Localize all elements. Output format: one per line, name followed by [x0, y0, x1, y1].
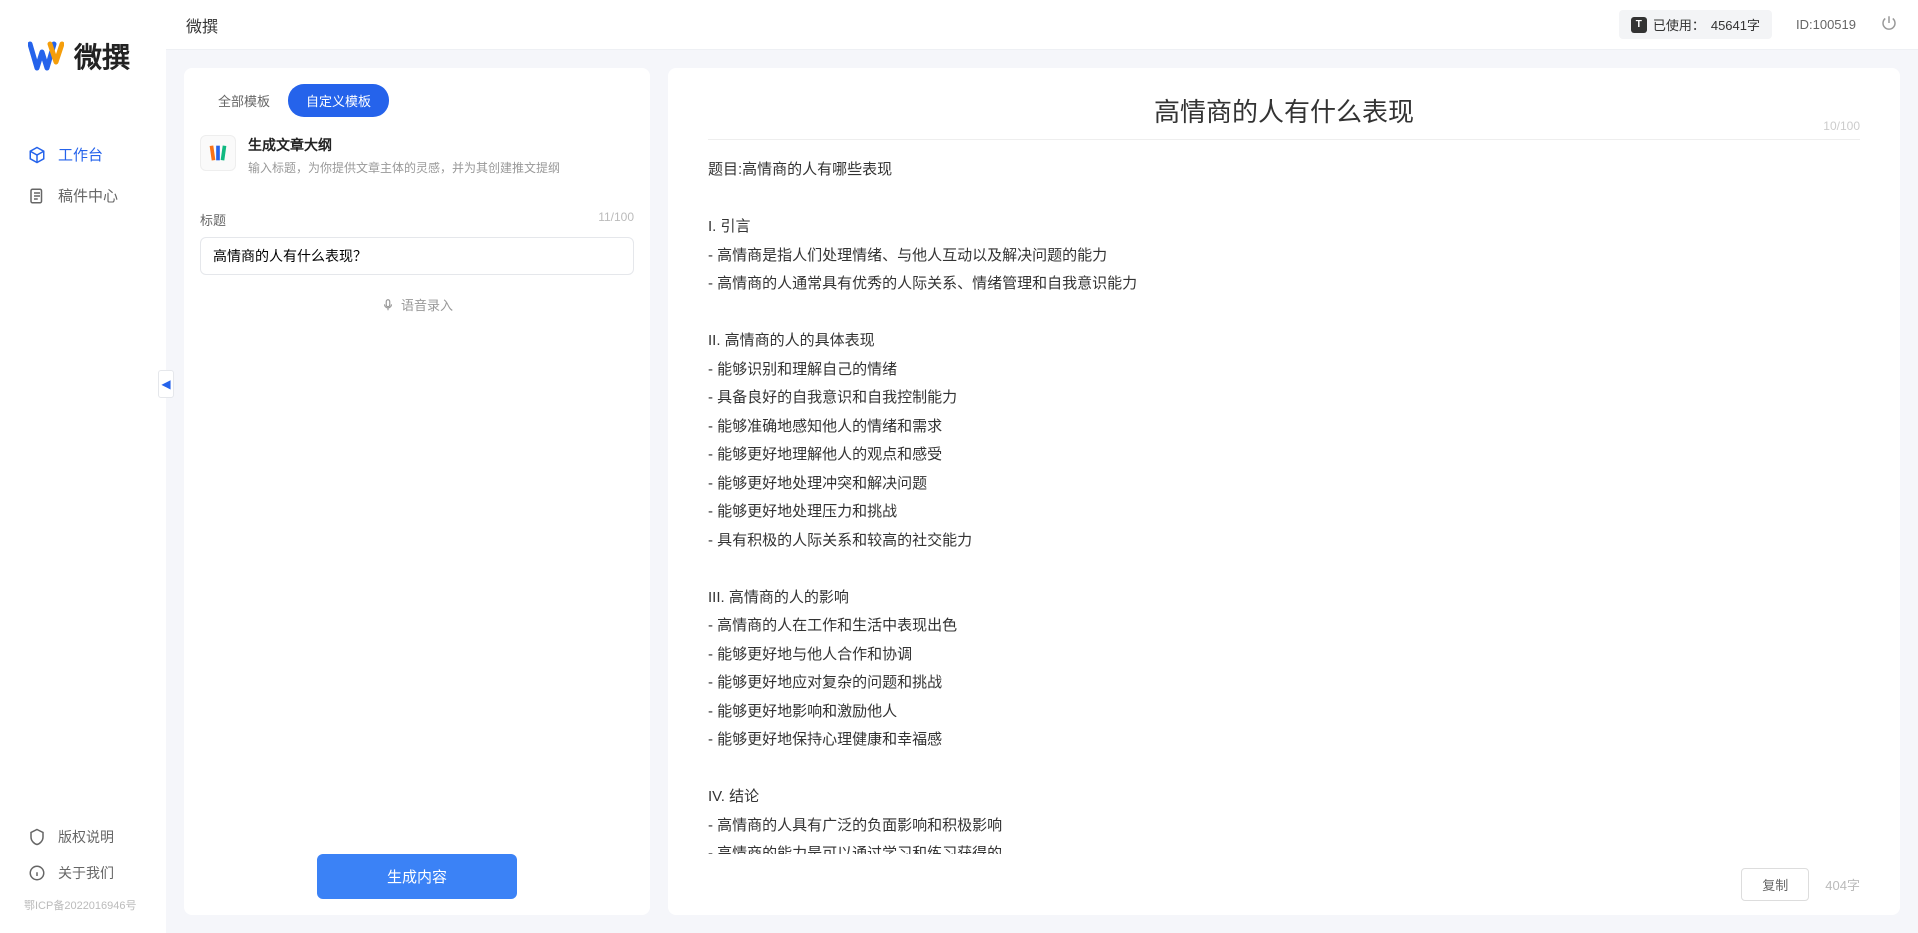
usage-badge[interactable]: T 已使用： 45641字	[1619, 10, 1772, 39]
nav-drafts[interactable]: 稿件中心	[0, 175, 166, 216]
nav-label: 工作台	[58, 144, 103, 165]
template-tabs: 全部模板 自定义模板	[184, 68, 650, 117]
footer-label: 关于我们	[58, 863, 114, 883]
title-label: 标题	[200, 210, 226, 229]
usage-prefix: 已使用：	[1653, 15, 1705, 34]
breadcrumb: 微撰	[186, 13, 218, 37]
document-icon	[28, 187, 46, 205]
output-panel: 高情商的人有什么表现 10/100 题目:高情商的人有哪些表现 I. 引言 - …	[668, 68, 1900, 915]
power-button[interactable]	[1880, 14, 1898, 35]
generate-button[interactable]: 生成内容	[317, 854, 517, 899]
books-icon	[207, 142, 229, 164]
info-icon	[28, 864, 46, 882]
sidebar-collapse-handle[interactable]: ◀	[158, 370, 174, 398]
copy-button[interactable]: 复制	[1741, 868, 1809, 901]
user-id: ID:100519	[1796, 17, 1856, 32]
title-counter: 11/100	[598, 210, 634, 229]
shield-icon	[28, 828, 46, 846]
sidebar-footer: 版权说明 关于我们 鄂ICP备2022016946号	[0, 819, 166, 933]
output-title-counter: 10/100	[1823, 119, 1860, 133]
output-body[interactable]: 题目:高情商的人有哪些表现 I. 引言 - 高情商是指人们处理情绪、与他人互动以…	[668, 140, 1900, 854]
app-logo: 微撰	[0, 0, 166, 94]
logo-icon	[28, 38, 64, 74]
template-card: 生成文章大纲 输入标题，为你提供文章主体的灵感，并为其创建推文提纲	[184, 117, 650, 190]
topbar: 微撰 T 已使用： 45641字 ID:100519	[166, 0, 1918, 50]
logo-text: 微撰	[74, 36, 130, 76]
tab-custom-templates[interactable]: 自定义模板	[288, 84, 389, 117]
usage-value: 45641字	[1711, 15, 1760, 34]
nav-label: 稿件中心	[58, 185, 118, 206]
nav-workbench[interactable]: 工作台	[0, 134, 166, 175]
voice-label: 语音录入	[401, 295, 453, 314]
footer-label: 版权说明	[58, 827, 114, 847]
tab-all-templates[interactable]: 全部模板	[200, 84, 288, 117]
template-desc: 输入标题，为你提供文章主体的灵感，并为其创建推文提纲	[248, 159, 634, 176]
template-icon	[200, 135, 236, 171]
chevron-left-icon: ◀	[161, 377, 170, 391]
footer-copyright[interactable]: 版权说明	[0, 819, 166, 855]
microphone-icon	[381, 298, 395, 312]
icp-text: 鄂ICP备2022016946号	[0, 891, 166, 919]
footer-about[interactable]: 关于我们	[0, 855, 166, 891]
output-title: 高情商的人有什么表现	[708, 92, 1860, 129]
sidebar: 微撰 工作台 稿件中心 版权说明 关于我们 鄂ICP备2022016946号	[0, 0, 166, 933]
input-panel: 全部模板 自定义模板 生成文章大纲 输入标题，为你提供文章主体的灵感，并为其创建…	[184, 68, 650, 915]
title-input[interactable]	[200, 237, 634, 275]
word-count: 404字	[1825, 875, 1860, 894]
voice-input-button[interactable]: 语音录入	[200, 275, 634, 334]
cube-icon	[28, 146, 46, 164]
sidebar-nav: 工作台 稿件中心	[0, 94, 166, 819]
template-title: 生成文章大纲	[248, 135, 634, 155]
text-count-icon: T	[1631, 17, 1647, 33]
power-icon	[1880, 14, 1898, 32]
